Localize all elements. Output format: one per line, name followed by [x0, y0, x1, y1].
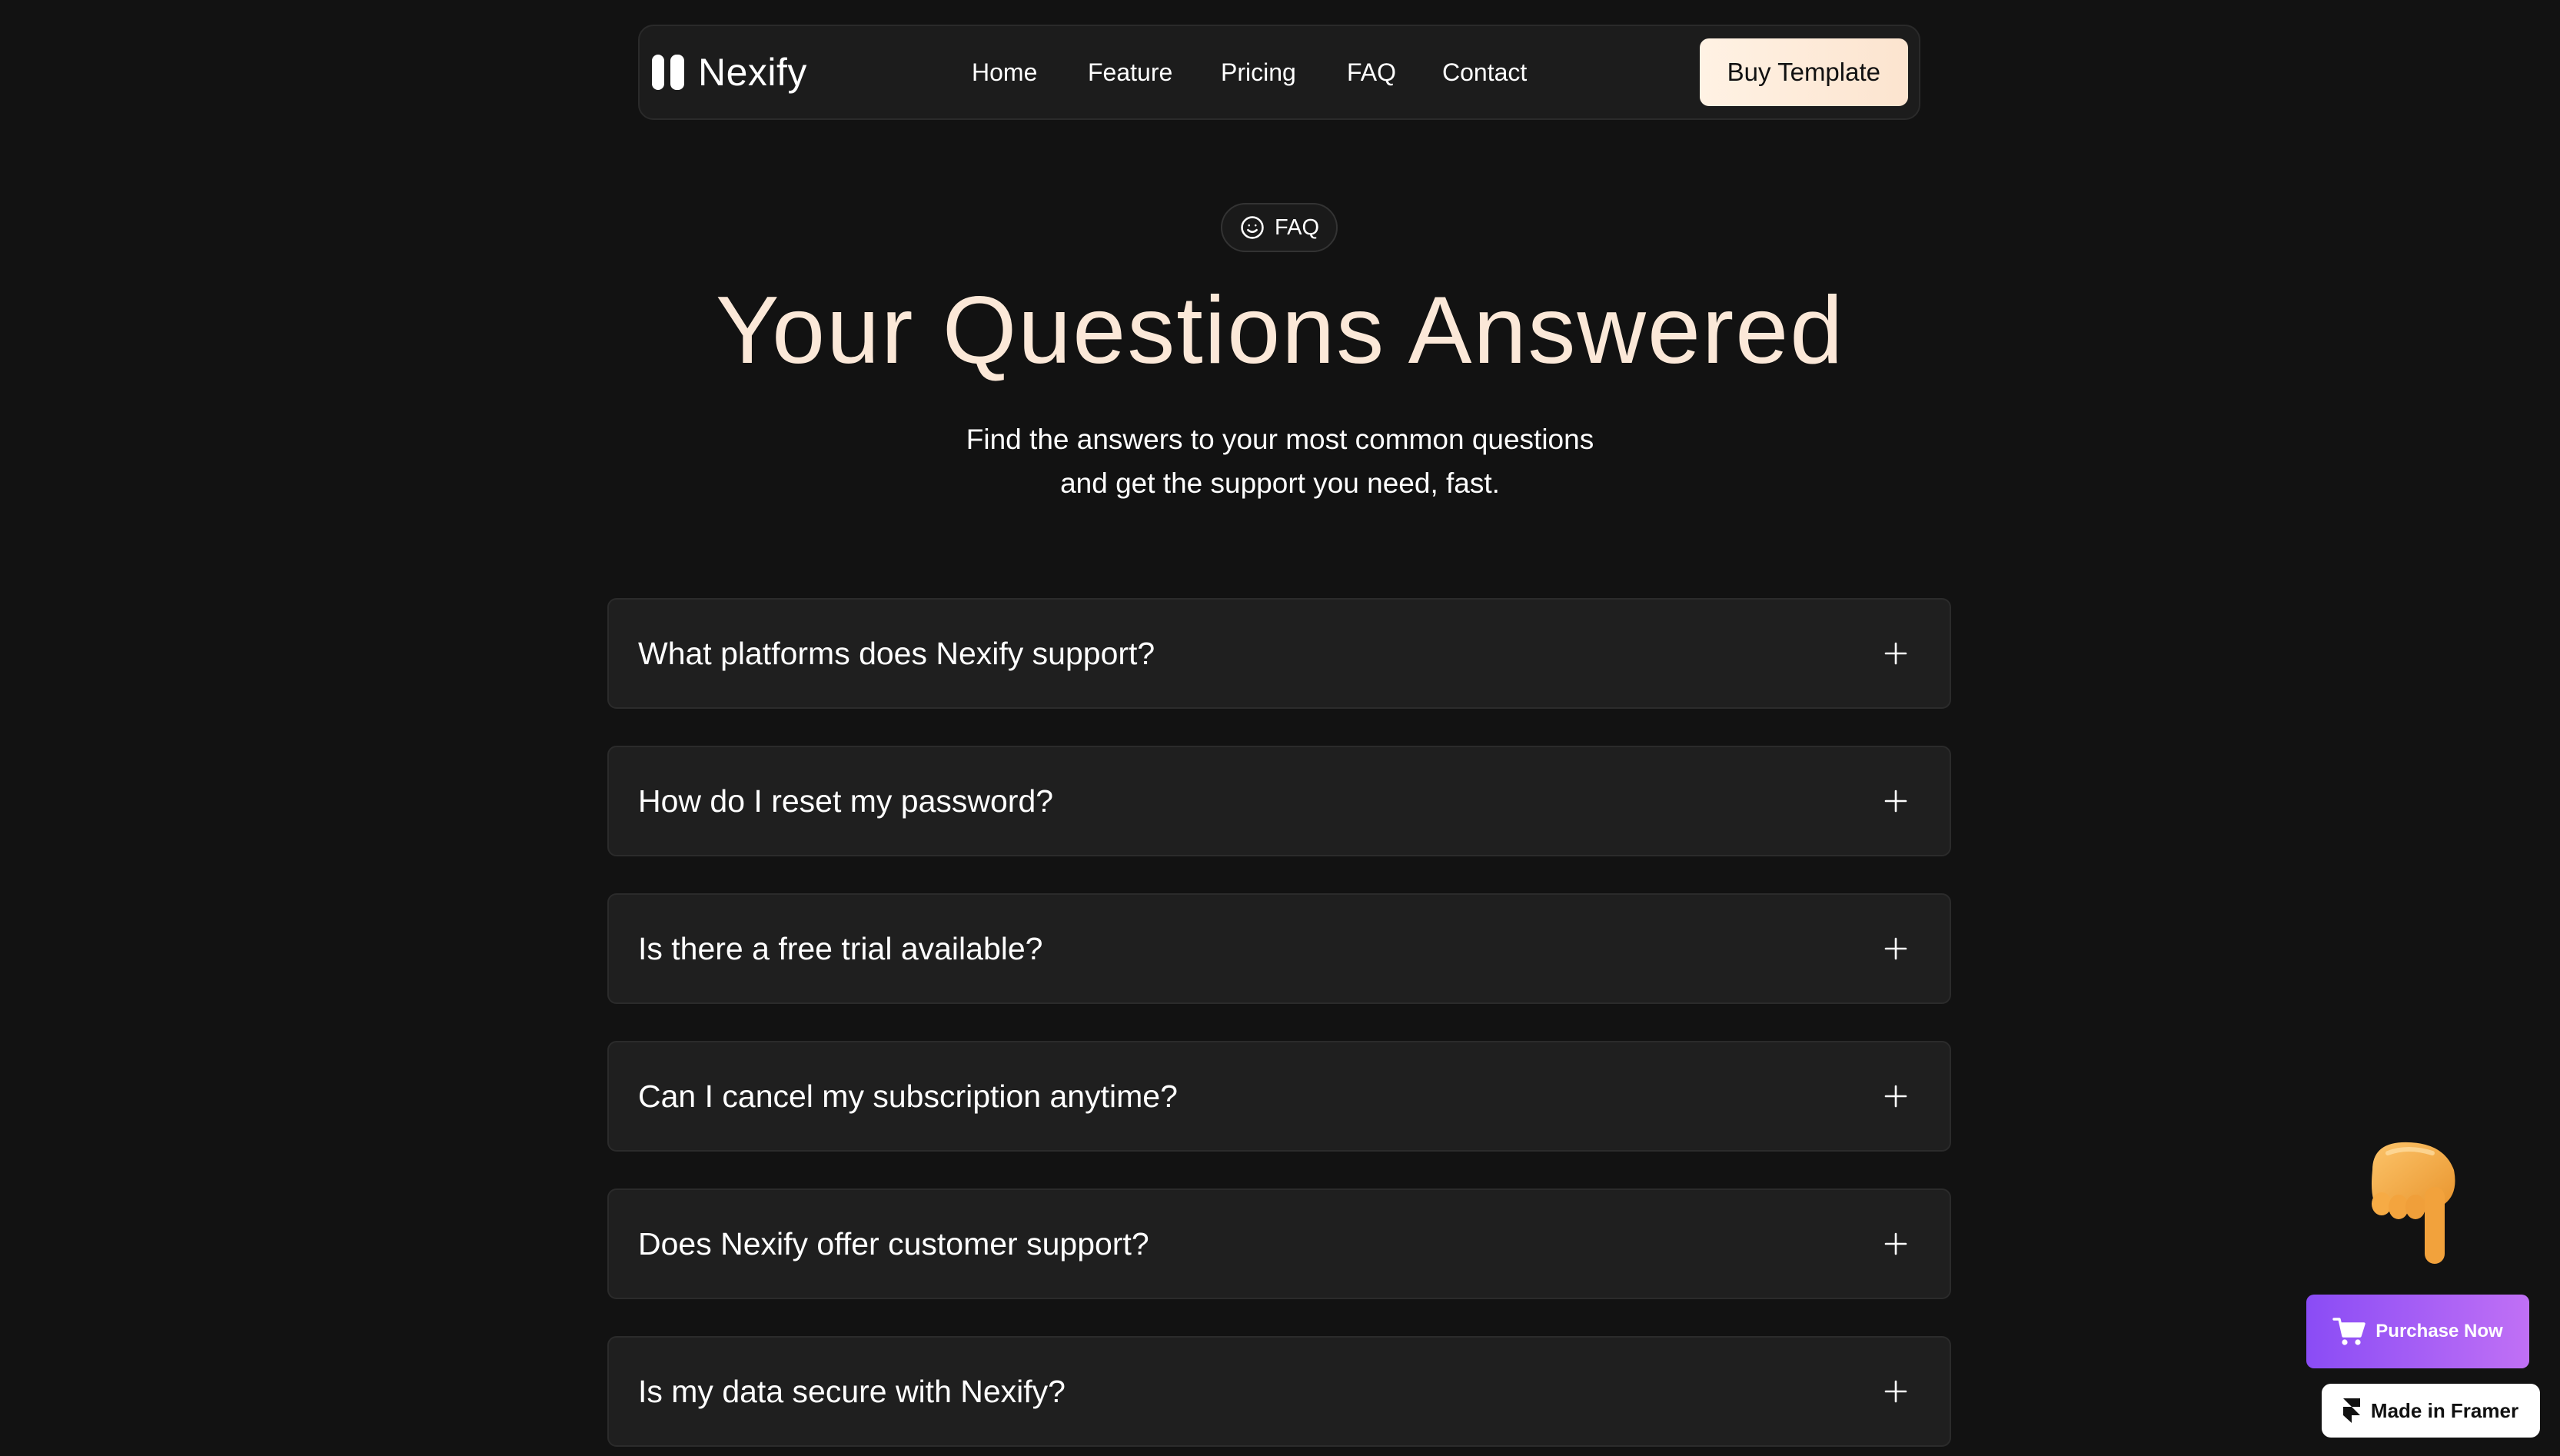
purchase-now-label: Purchase Now [2375, 1321, 2503, 1341]
cart-icon [2332, 1318, 2366, 1345]
logo-icon [652, 55, 684, 90]
faq-question: What platforms does Nexify support? [638, 636, 1155, 671]
faq-question: Can I cancel my subscription anytime? [638, 1079, 1178, 1114]
page-title: Your Questions Answered [715, 278, 1845, 384]
navbar: Nexify Home Feature Pricing FAQ Contact … [638, 25, 1920, 120]
brand-logo[interactable]: Nexify [652, 26, 807, 118]
brand-name: Nexify [698, 51, 807, 94]
faq-badge-label: FAQ [1274, 214, 1319, 240]
plus-icon[interactable] [1883, 641, 1908, 666]
smiley-icon [1241, 216, 1264, 239]
faq-list: What platforms does Nexify support? How … [607, 598, 1951, 1456]
plus-icon[interactable] [1883, 1379, 1908, 1404]
faq-item-data-security[interactable]: Is my data secure with Nexify? [607, 1336, 1951, 1447]
faq-question: Is there a free trial available? [638, 931, 1043, 966]
nav-link-contact[interactable]: Contact [1442, 26, 1527, 118]
faq-item-customer-support[interactable]: Does Nexify offer customer support? [607, 1188, 1951, 1299]
buy-template-button[interactable]: Buy Template [1699, 38, 1908, 106]
nav-link-feature[interactable]: Feature [1088, 26, 1172, 118]
faq-question: Is my data secure with Nexify? [638, 1374, 1066, 1409]
faq-question: Does Nexify offer customer support? [638, 1226, 1149, 1262]
faq-question: How do I reset my password? [638, 783, 1054, 819]
faq-item-reset-password[interactable]: How do I reset my password? [607, 746, 1951, 856]
framer-logo-icon [2342, 1398, 2360, 1423]
faq-item-platforms[interactable]: What platforms does Nexify support? [607, 598, 1951, 709]
plus-icon[interactable] [1883, 1084, 1908, 1109]
nav-link-faq[interactable]: FAQ [1347, 26, 1396, 118]
plus-icon[interactable] [1883, 936, 1908, 961]
faq-item-cancel-subscription[interactable]: Can I cancel my subscription anytime? [607, 1041, 1951, 1152]
faq-badge: FAQ [1221, 203, 1338, 252]
subtitle-line-2: and get the support you need, fast. [1060, 467, 1500, 499]
faq-item-free-trial[interactable]: Is there a free trial available? [607, 893, 1951, 1004]
plus-icon[interactable] [1883, 1232, 1908, 1256]
page-subtitle: Find the answers to your most common que… [0, 417, 2560, 505]
made-in-framer-label: Made in Framer [2370, 1398, 2519, 1422]
pointing-down-hand-icon [2372, 1142, 2455, 1264]
subtitle-line-1: Find the answers to your most common que… [966, 424, 1594, 455]
made-in-framer-badge[interactable]: Made in Framer [2322, 1384, 2540, 1438]
nav-link-pricing[interactable]: Pricing [1221, 26, 1296, 118]
plus-icon[interactable] [1883, 789, 1908, 813]
nav-link-home[interactable]: Home [972, 26, 1037, 118]
purchase-now-button[interactable]: Purchase Now [2306, 1295, 2529, 1368]
